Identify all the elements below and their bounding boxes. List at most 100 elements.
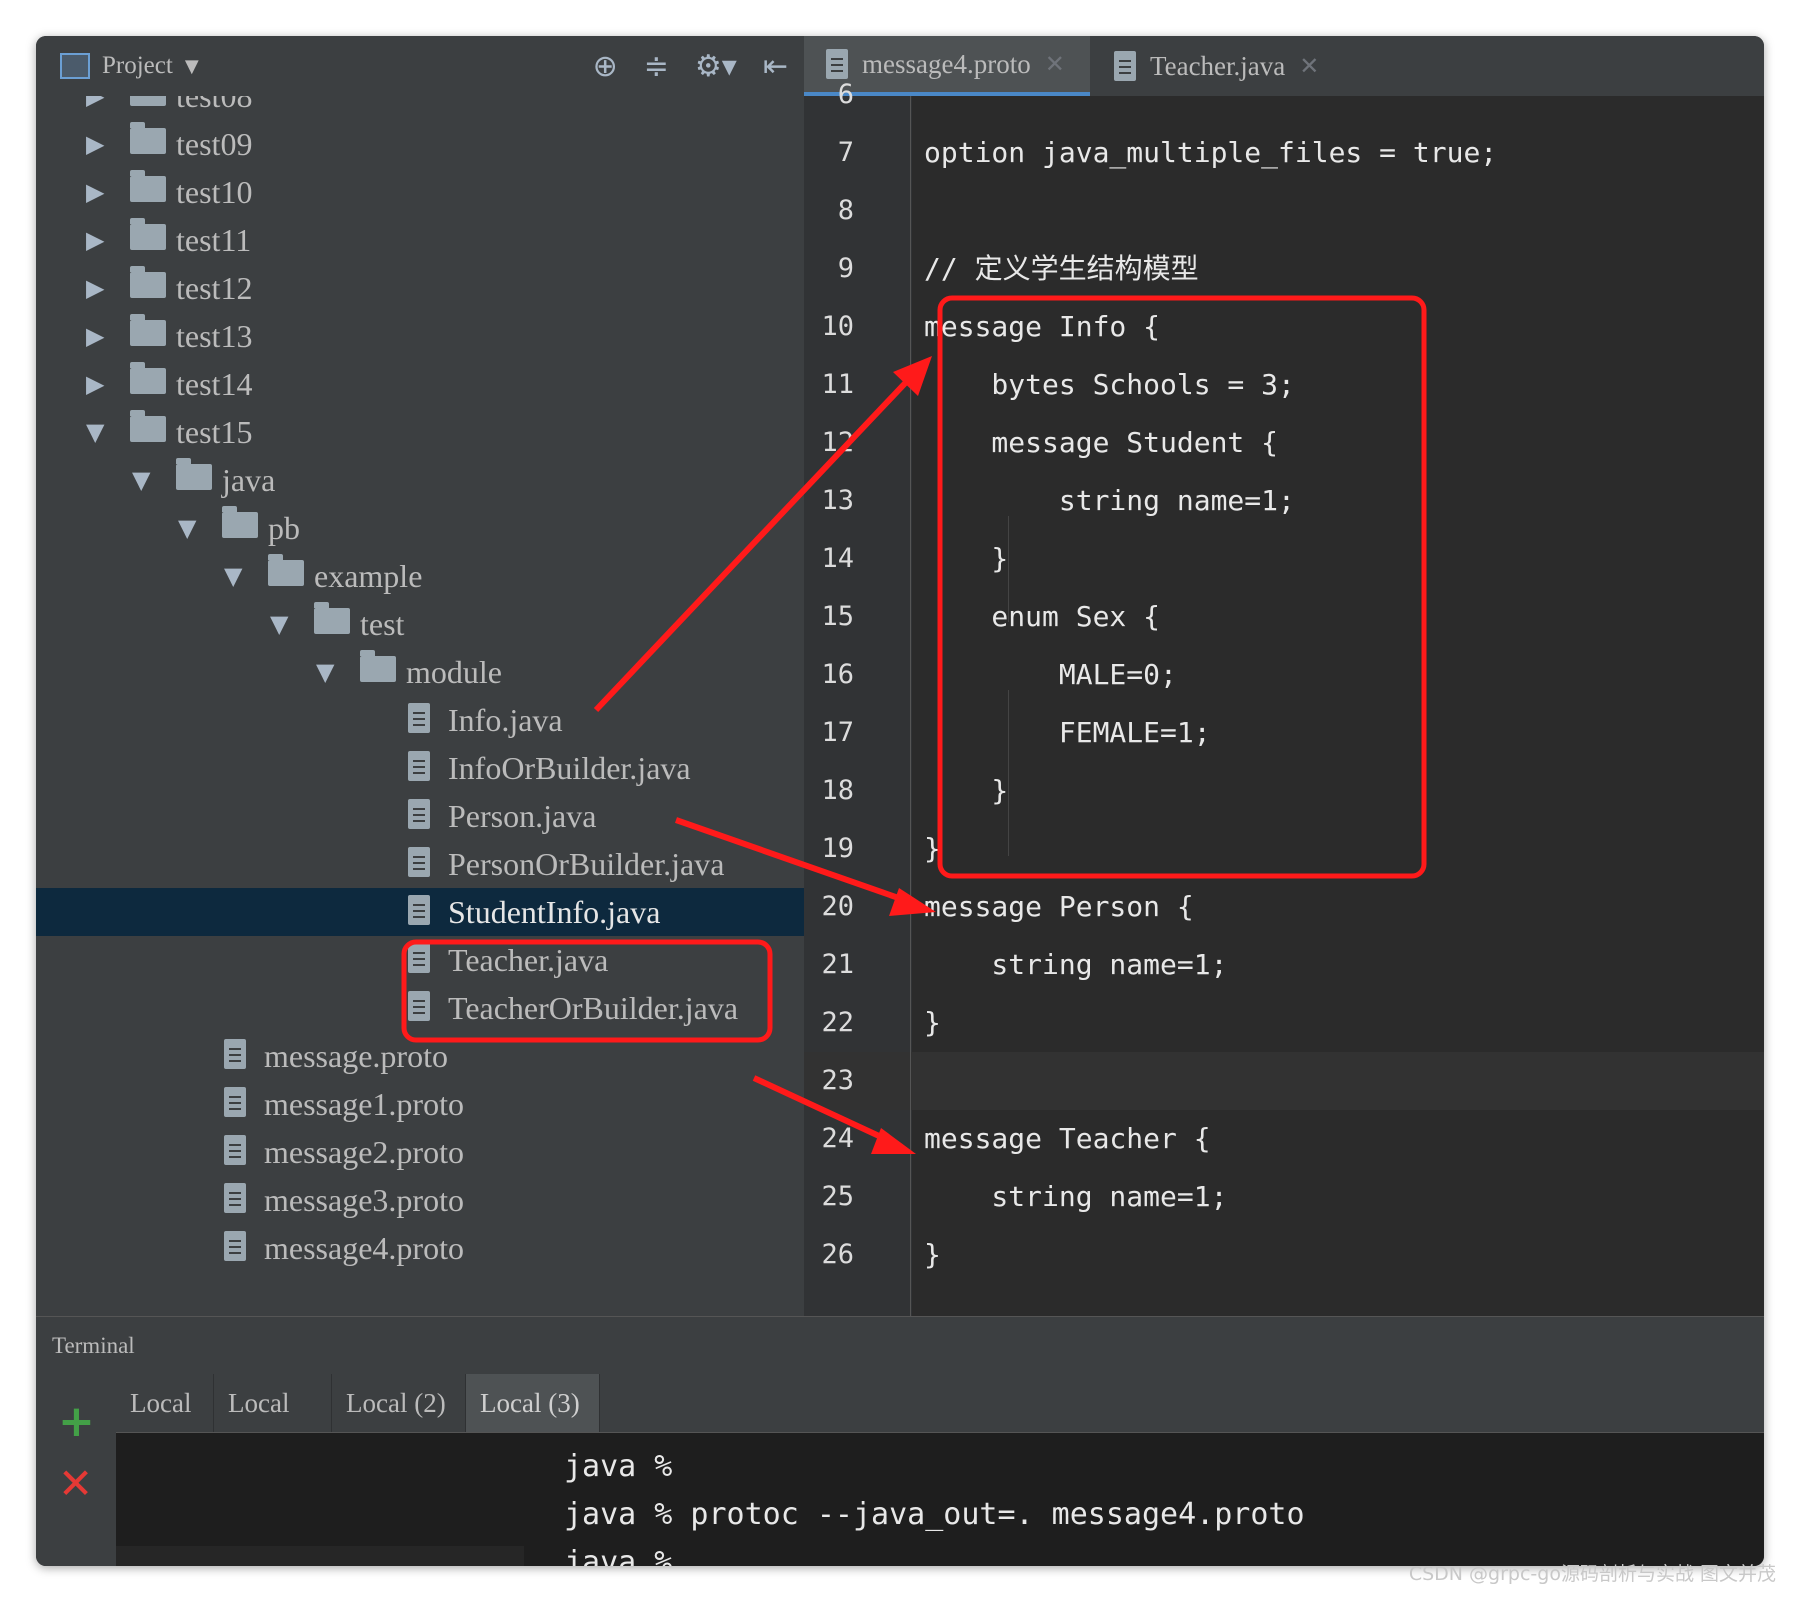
- code-line: message Student {: [924, 426, 1279, 459]
- new-session-icon[interactable]: +: [58, 1400, 95, 1444]
- terminal-line: java % protoc --java_out=. message4.prot…: [564, 1497, 1305, 1532]
- expanded-arrow-icon[interactable]: ▼: [316, 648, 334, 696]
- collapse-all-icon[interactable]: ≑: [644, 49, 669, 84]
- code-line: }: [924, 832, 941, 865]
- tree-item-label: pb: [268, 510, 300, 546]
- terminal-tab-local[interactable]: Local: [116, 1374, 214, 1432]
- code-line: }: [924, 542, 1009, 575]
- code-line: }: [924, 1238, 941, 1271]
- tab-teacher-java[interactable]: Teacher.java ✕: [1092, 36, 1346, 96]
- line-number: 14: [821, 543, 854, 574]
- file-icon: [408, 888, 430, 938]
- tree-file[interactable]: InfoOrBuilder.java: [36, 744, 804, 792]
- terminal-tab-local-2[interactable]: Local (2): [332, 1374, 466, 1432]
- code-line: }: [924, 1006, 941, 1039]
- expanded-arrow-icon[interactable]: ▼: [224, 552, 242, 600]
- locate-file-icon[interactable]: ⊕: [593, 49, 618, 84]
- folder-icon: [130, 168, 166, 216]
- collapsed-arrow-icon[interactable]: ▶: [86, 168, 104, 216]
- tree-file[interactable]: message1.proto: [36, 1080, 804, 1128]
- tree-folder[interactable]: ▼ java: [36, 456, 804, 504]
- tree-item-label: message2.proto: [264, 1134, 464, 1170]
- expanded-arrow-icon[interactable]: ▼: [178, 504, 196, 552]
- tree-file[interactable]: TeacherOrBuilder.java: [36, 984, 804, 1032]
- file-icon: [224, 1128, 246, 1178]
- project-view-selector[interactable]: Project ▼: [60, 48, 199, 84]
- tree-file[interactable]: message2.proto: [36, 1128, 804, 1176]
- tree-file[interactable]: Info.java: [36, 696, 804, 744]
- line-number: 6: [837, 79, 854, 110]
- expanded-arrow-icon[interactable]: ▼: [132, 456, 150, 504]
- line-number: 23: [821, 1065, 854, 1096]
- tab-label: message4.proto: [862, 48, 1031, 79]
- line-number: 8: [837, 195, 854, 226]
- tree-folder[interactable]: ▶ test09: [36, 120, 804, 168]
- file-icon: [224, 1176, 246, 1226]
- expanded-arrow-icon[interactable]: ▼: [270, 600, 288, 648]
- collapsed-arrow-icon[interactable]: ▶: [86, 312, 104, 360]
- tree-file[interactable]: message4.proto: [36, 1224, 804, 1272]
- tree-item-label: InfoOrBuilder.java: [448, 750, 691, 786]
- code-line: message Info {: [924, 310, 1161, 343]
- tree-folder[interactable]: ▶ test12: [36, 264, 804, 312]
- chevron-down-icon[interactable]: ▼: [185, 56, 199, 77]
- file-icon: [224, 1080, 246, 1130]
- tree-item-label: Teacher.java: [448, 942, 609, 978]
- tree-item-label: TeacherOrBuilder.java: [448, 990, 739, 1026]
- tree-folder[interactable]: ▼ example: [36, 552, 804, 600]
- close-icon[interactable]: ✕: [1299, 52, 1319, 80]
- hide-panel-icon[interactable]: ⇤: [763, 49, 788, 84]
- tree-folder[interactable]: ▶ test13: [36, 312, 804, 360]
- tree-file[interactable]: Person.java: [36, 792, 804, 840]
- editor-tab-bar: message4.proto ✕ Teacher.java ✕: [804, 36, 1764, 97]
- tree-item-label: test08: [176, 96, 253, 114]
- collapsed-arrow-icon[interactable]: ▶: [86, 120, 104, 168]
- close-session-icon[interactable]: ✕: [58, 1462, 93, 1506]
- collapsed-arrow-icon[interactable]: ▶: [86, 216, 104, 264]
- tree-file[interactable]: Teacher.java: [36, 936, 804, 984]
- tree-folder[interactable]: ▶ test14: [36, 360, 804, 408]
- tree-file[interactable]: message.proto: [36, 1032, 804, 1080]
- tree-folder[interactable]: ▼ test: [36, 600, 804, 648]
- terminal-tab-local-1[interactable]: Local (1): [214, 1374, 332, 1476]
- folder-icon: [176, 456, 212, 504]
- terminal-header: Terminal: [36, 1316, 1764, 1375]
- line-number-gutter: 6 7 8 9 10 11 12 13 14 15 16 17 18 19 20 21 22 23 24 25 26: [804, 79, 912, 1316]
- tree-folder[interactable]: ▼ pb: [36, 504, 804, 552]
- terminal-tab-bar: Local Local (1) Local (2) Local (3): [116, 1374, 1764, 1476]
- line-number: 26: [821, 1239, 854, 1270]
- tree-folder[interactable]: ▼ module: [36, 648, 804, 696]
- close-icon[interactable]: ✕: [1045, 50, 1065, 78]
- folder-icon: [268, 552, 304, 600]
- tree-item-label: test10: [176, 174, 253, 210]
- tab-label: Teacher.java: [1150, 50, 1286, 81]
- project-panel-header: Project ▼ ⊕ ≑ ⚙▾ ⇤: [36, 36, 804, 97]
- tree-folder[interactable]: ▼ test15: [36, 408, 804, 456]
- terminal-tab-local-3[interactable]: Local (3): [466, 1374, 600, 1432]
- collapsed-arrow-icon[interactable]: ▶: [86, 360, 104, 408]
- expanded-arrow-icon[interactable]: ▼: [86, 408, 104, 456]
- folder-icon: [130, 360, 166, 408]
- collapsed-arrow-icon[interactable]: ▶: [86, 96, 104, 120]
- tree-folder[interactable]: ▶ test08: [36, 96, 804, 120]
- gear-icon[interactable]: ⚙▾: [695, 49, 737, 84]
- tree-file[interactable]: message3.proto: [36, 1176, 804, 1224]
- line-number: 15: [821, 601, 854, 632]
- tree-folder[interactable]: ▶ test11: [36, 216, 804, 264]
- file-icon: [224, 1224, 246, 1274]
- folder-icon: [130, 216, 166, 264]
- tree-file[interactable]: PersonOrBuilder.java: [36, 840, 804, 888]
- tree-item-label: message1.proto: [264, 1086, 464, 1122]
- tree-item-label: test: [360, 606, 405, 642]
- line-number: 25: [821, 1181, 854, 1212]
- tree-file[interactable]: StudentInfo.java: [36, 888, 804, 936]
- folder-icon: [222, 504, 258, 552]
- terminal-output[interactable]: java % java % protoc --java_out=. messag…: [116, 1433, 1764, 1566]
- terminal-line: java %: [564, 1545, 673, 1566]
- folder-icon: [360, 648, 396, 696]
- project-toolbar: ⊕ ≑ ⚙▾ ⇤: [593, 48, 788, 84]
- code-editor[interactable]: option java_multiple_files = true; // 定义学…: [912, 96, 1764, 1316]
- collapsed-arrow-icon[interactable]: ▶: [86, 264, 104, 312]
- tree-folder[interactable]: ▶ test10: [36, 168, 804, 216]
- code-line: string name=1;: [924, 948, 1228, 981]
